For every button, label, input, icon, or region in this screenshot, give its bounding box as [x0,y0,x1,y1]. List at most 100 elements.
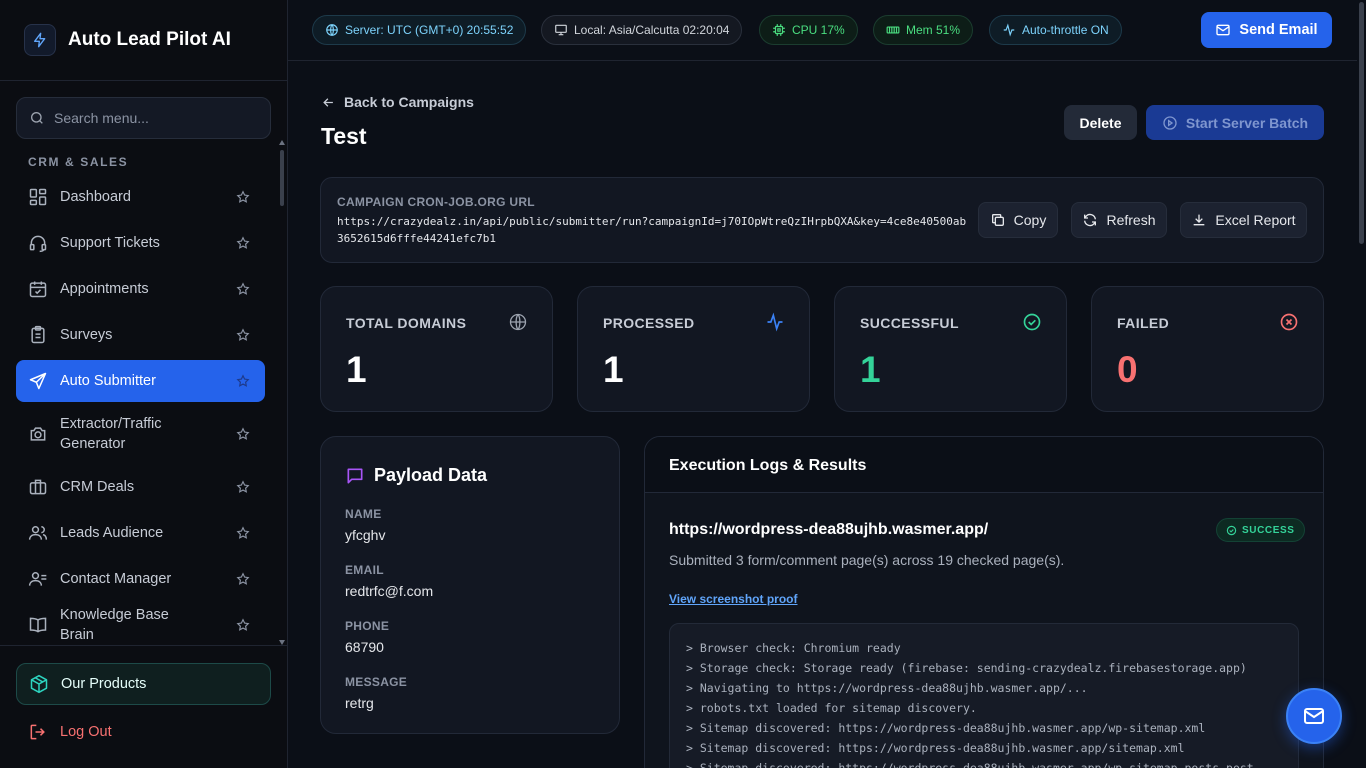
field-message: MESSAGE retrg [345,675,407,711]
our-products-label: Our Products [61,676,147,692]
log-line: > robots.txt loaded for sitemap discover… [686,701,977,715]
page-scroll-thumb[interactable] [1359,2,1364,244]
sidebar-item-surveys[interactable]: Surveys [16,314,265,356]
log-line: > Browser check: Chromium ready [686,641,901,655]
mem-pill: Mem 51% [873,15,974,45]
sidebar-item-label: CRM Deals [60,479,135,495]
back-to-campaigns-link[interactable]: Back to Campaigns [321,94,474,110]
star-icon[interactable] [236,618,250,632]
stat-value: 1 [603,349,624,390]
refresh-icon [1084,213,1097,227]
app-root: Auto Lead Pilot AI CRM & SALES Dashboard… [0,0,1366,768]
package-icon [30,674,48,694]
log-console: > Browser check: Chromium ready > Storag… [669,623,1299,768]
page-title: Test [321,123,367,149]
stat-label: PROCESSED [603,315,695,331]
sidebar-item-appointments[interactable]: Appointments [16,268,265,310]
sidebar-item-extractor[interactable]: Extractor/Traffic Generator [16,406,265,462]
local-time-pill: Local: Asia/Calcutta 02:20:04 [541,15,743,45]
search-input[interactable] [54,110,254,126]
brand[interactable]: Auto Lead Pilot AI [0,0,287,81]
bolt-icon [24,24,56,56]
stat-value: 0 [1117,349,1138,390]
logout-icon [30,724,45,740]
camera-icon [30,427,46,441]
our-products-button[interactable]: Our Products [16,663,271,705]
sidebar-scrollbar[interactable] [279,140,285,645]
field-name: NAME yfcghv [345,507,385,543]
logs-header: Execution Logs & Results [645,437,1323,493]
send-email-button[interactable]: Send Email [1201,12,1332,48]
headset-icon [29,235,47,253]
stat-label: FAILED [1117,315,1170,331]
star-icon[interactable] [236,190,250,204]
sidebar-item-label: Contact Manager [60,571,172,587]
arrow-left-icon [323,97,333,107]
payload-header: Payload Data [345,465,487,486]
status-label: SUCCESS [1242,524,1295,536]
sidebar-item-label: Appointments [60,281,149,297]
mem-label: Mem 51% [906,23,961,37]
auto-throttle-label: Auto-throttle ON [1022,23,1109,37]
sidebar-footer: Our Products Log Out [0,645,287,768]
field-value: yfcghv [345,527,386,543]
star-icon[interactable] [236,427,250,441]
logout-button[interactable]: Log Out [28,722,112,742]
delete-button[interactable]: Delete [1064,105,1137,140]
start-batch-label: Start Server Batch [1185,114,1309,131]
field-label: NAME [345,507,382,521]
stat-value: 1 [346,349,367,390]
sidebar-item-knowledge-base[interactable]: Knowledge Base Brain [16,604,265,646]
search-box[interactable] [16,97,271,139]
sidebar-item-contact-manager[interactable]: Contact Manager [16,558,265,600]
refresh-button[interactable]: Refresh [1071,202,1167,238]
start-server-batch-button[interactable]: Start Server Batch [1146,105,1324,140]
sidebar-item-dashboard[interactable]: Dashboard [16,176,265,218]
logs-title: Execution Logs & Results [669,457,867,474]
cron-url-card: CAMPAIGN CRON-JOB.ORG URL https://crazyd… [320,177,1324,263]
star-icon[interactable] [236,374,250,388]
star-icon[interactable] [236,572,250,586]
sidebar-menu: Dashboard Support Tickets Appointments S… [16,176,265,650]
execution-logs-card: Execution Logs & Results https://wordpre… [644,436,1324,768]
stat-label: TOTAL DOMAINS [346,315,467,331]
sidebar-item-crm-deals[interactable]: CRM Deals [16,466,265,508]
copy-label: Copy [1013,212,1047,228]
memory-icon [886,26,900,34]
star-icon[interactable] [236,328,250,342]
globe-icon [509,313,527,331]
page-scrollbar[interactable] [1357,0,1366,768]
sidebar-item-leads-audience[interactable]: Leads Audience [16,512,265,554]
star-icon[interactable] [236,526,250,540]
result-summary: Submitted 3 form/comment page(s) across … [669,552,1065,568]
scroll-up-arrow[interactable] [279,140,285,145]
log-line: > Sitemap discovered: https://wordpress-… [686,741,1185,755]
monitor-icon [555,24,567,36]
refresh-label: Refresh [1106,212,1156,228]
sidebar-item-auto-submitter[interactable]: Auto Submitter [16,360,265,402]
field-label: MESSAGE [345,675,408,689]
floating-mail-button[interactable] [1286,688,1342,744]
field-phone: PHONE 68790 [345,619,389,655]
auto-throttle-pill[interactable]: Auto-throttle ON [989,15,1122,45]
scroll-thumb[interactable] [280,150,284,206]
briefcase-icon [29,479,47,495]
star-icon[interactable] [236,236,250,250]
excel-report-button[interactable]: Excel Report [1180,202,1307,238]
star-icon[interactable] [236,480,250,494]
log-line: > Sitemap discovered: https://wordpress-… [686,761,1261,768]
copy-button[interactable]: Copy [978,202,1058,238]
field-value: retrg [345,695,374,711]
check-circle-icon [1023,313,1041,331]
sidebar: Auto Lead Pilot AI CRM & SALES Dashboard… [0,0,288,768]
view-screenshot-proof-link[interactable]: View screenshot proof [669,592,797,606]
result-url: https://wordpress-dea88ujhb.wasmer.app/ [669,521,989,538]
activity-icon [1003,23,1015,37]
contact-icon [28,572,47,586]
star-icon[interactable] [236,282,250,296]
clipboard-icon [31,325,45,344]
cron-url-label: CAMPAIGN CRON-JOB.ORG URL [337,195,535,209]
logout-label: Log Out [60,724,112,740]
cpu-icon [773,24,785,36]
sidebar-item-support-tickets[interactable]: Support Tickets [16,222,265,264]
